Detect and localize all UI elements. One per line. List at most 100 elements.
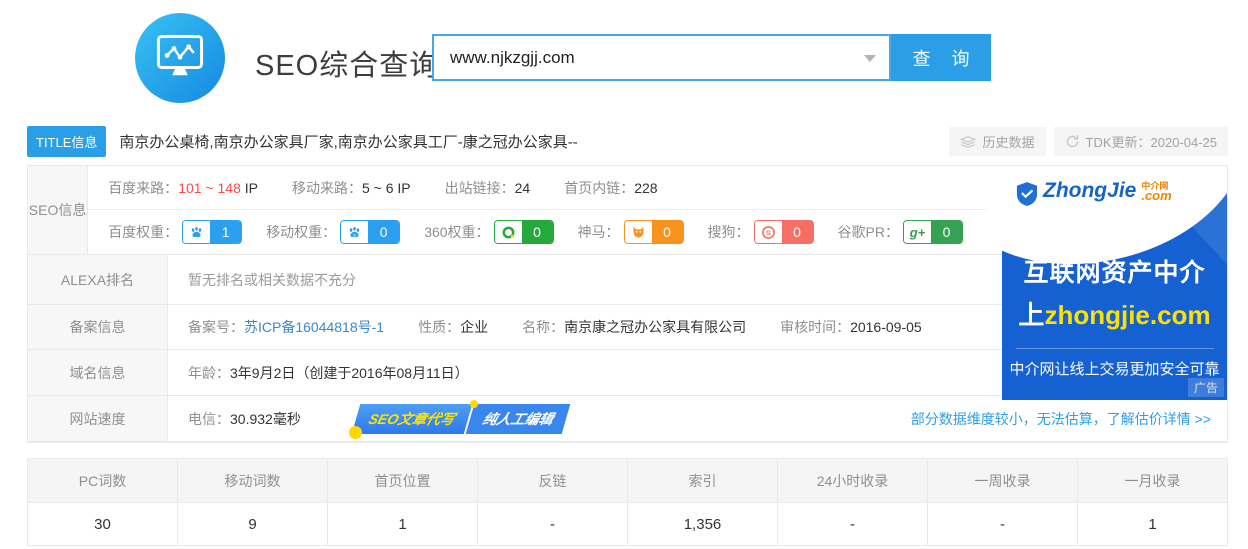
- baidu-traffic-value: 101 ~ 148: [178, 179, 241, 196]
- shenma-badge[interactable]: 0: [623, 220, 684, 244]
- zhongjie-logo: ZhongJie 中介网 .com: [1002, 166, 1227, 207]
- stats-value-pc-words[interactable]: 30: [28, 502, 177, 545]
- ad-divider: [1015, 348, 1214, 349]
- stats-value-home-position[interactable]: 1: [327, 502, 477, 545]
- history-data-button[interactable]: 历史数据: [949, 127, 1046, 156]
- beian-audit-label: 审核时间：: [780, 319, 851, 335]
- stats-header-home-position: 首页位置: [327, 459, 477, 502]
- ribbon-left-text: SEO文章代写: [351, 403, 472, 434]
- stats-value-week: -: [927, 502, 1077, 545]
- baidu-weight-badge[interactable]: 1: [182, 220, 243, 244]
- ribbon-dot-icon: [469, 399, 478, 408]
- tdk-update-button[interactable]: TDK更新：2020-04-25: [1053, 127, 1228, 156]
- stats-table: PC词数 移动词数 首页位置 反链 索引 24小时收录 一周收录 一月收录 30…: [27, 458, 1228, 546]
- alexa-no-data-text: 暂无排名或相关数据不充分: [188, 271, 356, 288]
- ad-domain-prefix: 上: [1018, 300, 1045, 330]
- stats-header-24h: 24小时收录: [777, 459, 927, 502]
- ribbon-right-text: 纯人工编辑: [466, 403, 571, 434]
- baidu-weight-label: 百度权重：: [108, 224, 179, 240]
- domain-age-label: 年龄：: [188, 364, 230, 381]
- outlink-label: 出站链接：: [444, 179, 515, 196]
- site-title-text: 南京办公桌椅,南京办公家具厂家,南京办公家具工厂-康之冠办公家具--: [119, 134, 578, 151]
- beian-audit-value: 2016-09-05: [850, 319, 922, 335]
- beian-number-link[interactable]: 苏ICP备16044818号-1: [244, 319, 384, 335]
- stats-value-row: 30 9 1 - 1,356 - - 1: [28, 502, 1227, 545]
- query-button[interactable]: 查 询: [891, 34, 991, 81]
- mobile-traffic-value: 5 ~ 6 IP: [361, 179, 411, 196]
- weight-360-value: 0: [521, 221, 553, 243]
- beian-name-value: 南京康之冠办公家具有限公司: [564, 319, 747, 335]
- seo-weights-line: 百度权重： 1 移动权重： m 0 360权重： 0 神马： 0 搜狗： S 0…: [88, 210, 987, 254]
- telecom-speed-label: 电信：: [188, 410, 230, 427]
- row-speed: 网站速度 电信： 30.932毫秒 SEO文章代写 纯人工编辑 部分数据维度较小…: [28, 396, 1227, 442]
- row-label-beian: 备案信息: [28, 305, 168, 349]
- stats-header-index: 索引: [627, 459, 777, 502]
- outlink-value: 24: [514, 179, 531, 196]
- ad-logo-com: .com: [1141, 188, 1172, 203]
- weight-360-label: 360权重：: [424, 224, 490, 240]
- estimate-details-link[interactable]: 部分数据维度较小，无法估算，了解估价详情 >>: [911, 409, 1227, 429]
- stats-header-mobile-words: 移动词数: [177, 459, 327, 502]
- ad-domain-text: zhongjie.com: [1044, 300, 1211, 330]
- beian-number-label: 备案号：: [188, 319, 244, 335]
- row-label-alexa: ALEXA排名: [28, 255, 168, 304]
- stats-header-row: PC词数 移动词数 首页位置 反链 索引 24小时收录 一周收录 一月收录: [28, 459, 1227, 502]
- mobile-weight-badge[interactable]: m 0: [340, 220, 401, 244]
- title-bar: TITLE信息 南京办公桌椅,南京办公家具厂家,南京办公家具工厂-康之冠办公家具…: [27, 126, 1228, 157]
- mobile-weight-label: 移动权重：: [266, 224, 337, 240]
- row-label-speed: 网站速度: [28, 396, 168, 441]
- google-pr-label: 谷歌PR：: [837, 224, 899, 240]
- seo-info-table: SEO信息 百度来路：101 ~ 148 IP 移动来路：5 ~ 6 IP 出站…: [27, 165, 1228, 443]
- stats-value-month[interactable]: 1: [1077, 502, 1227, 545]
- row-label-seo: SEO信息: [28, 166, 89, 254]
- refresh-icon: [1066, 135, 1078, 148]
- stats-value-index[interactable]: 1,356: [627, 502, 777, 545]
- seo-traffic-line: 百度来路：101 ~ 148 IP 移动来路：5 ~ 6 IP 出站链接：24 …: [88, 166, 987, 210]
- stats-header-backlinks: 反链: [477, 459, 627, 502]
- beian-nature-value: 企业: [460, 319, 489, 335]
- search-input[interactable]: [432, 34, 891, 81]
- monitor-chart-icon: [156, 34, 204, 76]
- history-data-label: 历史数据: [982, 135, 1035, 150]
- google-pr-badge[interactable]: g+ 0: [903, 220, 963, 244]
- search-bar: 查 询: [432, 34, 991, 81]
- google-pr-value: 0: [931, 221, 962, 243]
- ribbon-dot-icon: [348, 425, 362, 439]
- row-label-domain: 域名信息: [28, 350, 168, 395]
- ad-mark-label: 广告: [1187, 378, 1224, 397]
- tdk-update-label: TDK更新：2020-04-25: [1085, 135, 1218, 150]
- page-title: SEO综合查询: [255, 50, 440, 82]
- mobile-weight-value: 0: [368, 221, 400, 243]
- stats-header-week: 一周收录: [927, 459, 1077, 502]
- app-logo: [135, 13, 225, 103]
- baidu-traffic-unit: IP: [240, 179, 258, 196]
- ad-banner[interactable]: ZhongJie 中介网 .com 互联网资产中介 上zhongjie.com …: [1002, 166, 1227, 400]
- telecom-speed-value: 30.932毫秒: [230, 410, 301, 427]
- sogou-s-icon: S: [754, 221, 782, 243]
- shenma-value: 0: [651, 221, 683, 243]
- stats-header-month: 一月收录: [1077, 459, 1227, 502]
- ad-domain-line: 上zhongjie.com: [1002, 295, 1227, 332]
- dropdown-caret-icon[interactable]: [864, 55, 876, 68]
- sogou-badge[interactable]: S 0: [753, 220, 814, 244]
- stats-header-pc-words: PC词数: [28, 459, 177, 502]
- beian-nature-label: 性质：: [418, 319, 461, 335]
- domain-age-value: 3年9月2日（创建于2016年08月11日）: [230, 364, 469, 381]
- homelink-label: 首页内链：: [564, 179, 635, 196]
- svg-text:S: S: [766, 228, 771, 237]
- 360-ring-icon: [494, 221, 522, 243]
- ad-logo-text: ZhongJie: [1043, 179, 1137, 202]
- baidu-paw-icon: [183, 221, 211, 243]
- sogou-label: 搜狗：: [707, 224, 750, 240]
- weight-360-badge[interactable]: 0: [493, 220, 554, 244]
- promo-ribbon[interactable]: SEO文章代写 纯人工编辑: [348, 399, 571, 439]
- title-info-badge: TITLE信息: [27, 126, 107, 157]
- google-plus-icon: g+: [904, 221, 931, 243]
- stats-value-mobile-words[interactable]: 9: [177, 502, 327, 545]
- layers-icon: [960, 135, 977, 148]
- shenma-fox-icon: [624, 221, 652, 243]
- baidu-mobile-paw-icon: m: [341, 221, 369, 243]
- shenma-label: 神马：: [577, 224, 620, 240]
- seo-query-page: SEO综合查询 查 询 TITLE信息 南京办公桌椅,南京办公家具厂家,南京办公…: [0, 0, 1248, 549]
- ad-slogan: 中介网让线上交易更加安全可靠: [1009, 361, 1220, 378]
